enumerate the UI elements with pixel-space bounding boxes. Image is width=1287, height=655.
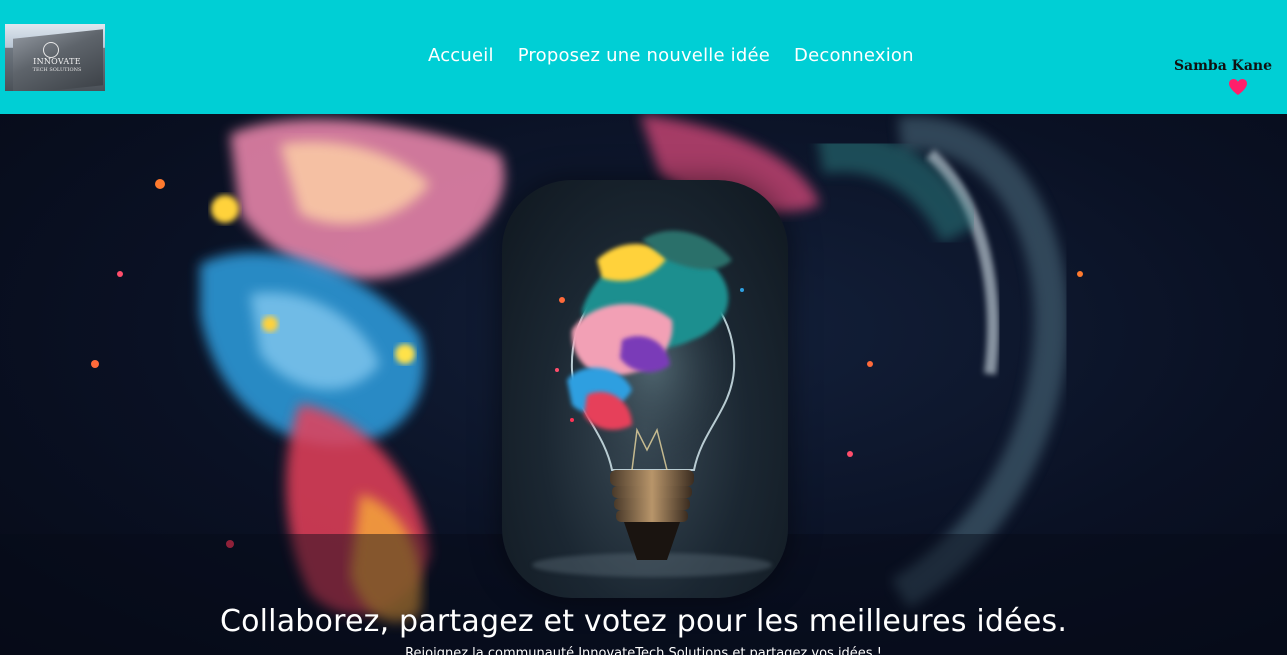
logo-brand-subtext: TECH SOLUTIONS xyxy=(32,67,82,73)
main-nav: Accueil Proposez une nouvelle idée Decon… xyxy=(428,44,914,68)
hero-headline: Collaborez, partagez et votez pour les m… xyxy=(219,604,1068,639)
logo-mark-icon xyxy=(43,42,59,58)
top-navbar: INNOVATE TECH SOLUTIONS Accueil Proposez… xyxy=(0,0,1287,114)
hero-section: Collaborez, partagez et votez pour les m… xyxy=(0,114,1287,655)
nav-link-logout[interactable]: Deconnexion xyxy=(794,44,914,68)
logo-brand-text: INNOVATE xyxy=(33,57,81,66)
hero-subline: Rejoignez la communauté InnovateTech Sol… xyxy=(405,646,882,655)
nav-link-accueil[interactable]: Accueil xyxy=(428,44,494,68)
logo[interactable]: INNOVATE TECH SOLUTIONS xyxy=(5,24,105,91)
heart-icon xyxy=(1229,79,1247,95)
lightbulb-illustration xyxy=(532,230,772,577)
lightbulb-image xyxy=(502,180,788,598)
user-name: Samba Kane xyxy=(1173,58,1272,74)
user-profile[interactable]: Samba Kane xyxy=(1162,58,1272,95)
nav-link-new-idea[interactable]: Proposez une nouvelle idée xyxy=(518,44,770,68)
